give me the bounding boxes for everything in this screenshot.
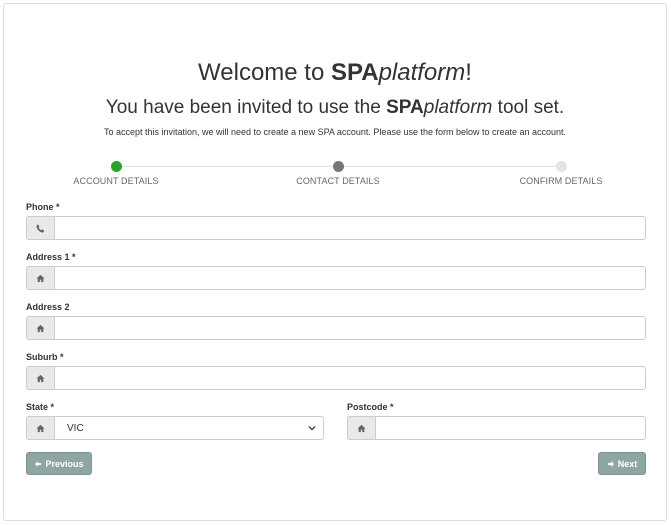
step-confirm-details: CONFIRM DETAILS: [476, 159, 646, 186]
suburb-label: Suburb *: [26, 352, 64, 362]
welcome-heading: Welcome to SPAplatform!: [198, 59, 472, 86]
home-icon: [26, 416, 54, 440]
address1-label: Address 1 *: [26, 252, 76, 262]
phone-icon: [26, 216, 54, 240]
brand-name-italic: platform: [423, 97, 493, 118]
brand-name-bold: SPA: [330, 59, 379, 86]
postcode-field[interactable]: [375, 416, 646, 440]
phone-input-group: [26, 216, 646, 240]
registration-card: Welcome to SPAplatform! You have been in…: [3, 3, 667, 521]
step-dot-current: [332, 161, 344, 172]
previous-button[interactable]: Previous: [26, 452, 92, 475]
phone-field[interactable]: [54, 216, 646, 240]
home-icon: [26, 366, 54, 390]
home-icon: [26, 266, 54, 290]
postcode-label: Postcode *: [347, 402, 394, 412]
previous-button-label: Previous: [45, 458, 84, 469]
invite-heading: You have been invited to use the SPAplat…: [105, 97, 565, 118]
arrow-left-icon: [35, 460, 42, 467]
step-contact-details: CONTACT DETAILS: [253, 159, 423, 186]
home-icon: [26, 316, 54, 340]
home-icon: [347, 416, 375, 440]
invite-instructions: To accept this invitation, we will need …: [103, 127, 567, 137]
suburb-field[interactable]: [54, 366, 646, 390]
step-label: ACCOUNT DETAILS: [73, 176, 159, 186]
phone-label: Phone *: [26, 202, 60, 212]
address1-field[interactable]: [54, 266, 646, 290]
next-button-label: Next: [617, 458, 638, 469]
progress-stepper: ACCOUNT DETAILS CONTACT DETAILS CONFIRM …: [26, 159, 651, 189]
brand-name-italic: platform: [378, 59, 466, 86]
suburb-input-group: [26, 366, 646, 390]
chevron-down-icon: [308, 425, 316, 431]
state-label: State *: [26, 402, 55, 412]
state-selected-value: VIC: [67, 422, 84, 434]
arrow-right-icon: [607, 460, 614, 467]
address1-input-group: [26, 266, 646, 290]
address2-input-group: [26, 316, 646, 340]
step-label: CONFIRM DETAILS: [519, 176, 603, 186]
state-select[interactable]: VIC: [54, 416, 324, 440]
step-label: CONTACT DETAILS: [296, 176, 380, 186]
state-input-group: VIC: [26, 416, 324, 440]
step-dot-upcoming: [555, 161, 567, 172]
step-account-details: ACCOUNT DETAILS: [31, 159, 201, 186]
step-dot-complete: [110, 161, 122, 172]
brand-name-bold: SPA: [386, 97, 424, 118]
next-button[interactable]: Next: [598, 452, 646, 475]
address2-field[interactable]: [54, 316, 646, 340]
address2-label: Address 2: [26, 302, 70, 312]
postcode-input-group: [347, 416, 646, 440]
